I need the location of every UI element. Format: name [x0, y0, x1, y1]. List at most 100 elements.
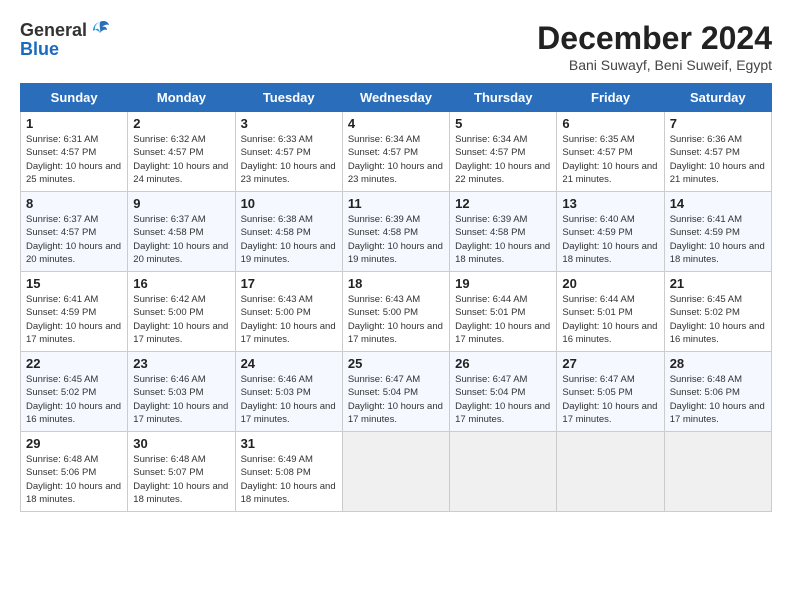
day-number: 8 — [26, 196, 122, 211]
calendar-day-cell: 17 Sunrise: 6:43 AM Sunset: 5:00 PM Dayl… — [235, 272, 342, 352]
day-detail: Sunrise: 6:41 AM Sunset: 4:59 PM Dayligh… — [26, 293, 122, 346]
calendar-day-cell: 14 Sunrise: 6:41 AM Sunset: 4:59 PM Dayl… — [664, 192, 771, 272]
day-number: 18 — [348, 276, 444, 291]
day-number: 29 — [26, 436, 122, 451]
day-number: 23 — [133, 356, 229, 371]
day-detail: Sunrise: 6:45 AM Sunset: 5:02 PM Dayligh… — [670, 293, 766, 346]
calendar-day-cell: 22 Sunrise: 6:45 AM Sunset: 5:02 PM Dayl… — [21, 352, 128, 432]
title-area: December 2024 Bani Suwayf, Beni Suweif, … — [537, 20, 772, 73]
day-number: 9 — [133, 196, 229, 211]
day-detail: Sunrise: 6:44 AM Sunset: 5:01 PM Dayligh… — [455, 293, 551, 346]
day-detail: Sunrise: 6:40 AM Sunset: 4:59 PM Dayligh… — [562, 213, 658, 266]
header: General Blue December 2024 Bani Suwayf, … — [20, 20, 772, 73]
day-number: 14 — [670, 196, 766, 211]
day-number: 28 — [670, 356, 766, 371]
calendar-day-cell: 30 Sunrise: 6:48 AM Sunset: 5:07 PM Dayl… — [128, 432, 235, 512]
day-detail: Sunrise: 6:48 AM Sunset: 5:06 PM Dayligh… — [670, 373, 766, 426]
calendar-day-cell: 2 Sunrise: 6:32 AM Sunset: 4:57 PM Dayli… — [128, 112, 235, 192]
day-detail: Sunrise: 6:39 AM Sunset: 4:58 PM Dayligh… — [348, 213, 444, 266]
calendar-day-cell: 5 Sunrise: 6:34 AM Sunset: 4:57 PM Dayli… — [450, 112, 557, 192]
day-detail: Sunrise: 6:44 AM Sunset: 5:01 PM Dayligh… — [562, 293, 658, 346]
day-detail: Sunrise: 6:41 AM Sunset: 4:59 PM Dayligh… — [670, 213, 766, 266]
day-detail: Sunrise: 6:43 AM Sunset: 5:00 PM Dayligh… — [348, 293, 444, 346]
day-number: 4 — [348, 116, 444, 131]
calendar-day-cell: 12 Sunrise: 6:39 AM Sunset: 4:58 PM Dayl… — [450, 192, 557, 272]
calendar-table: SundayMondayTuesdayWednesdayThursdayFrid… — [20, 83, 772, 512]
day-number: 21 — [670, 276, 766, 291]
day-detail: Sunrise: 6:36 AM Sunset: 4:57 PM Dayligh… — [670, 133, 766, 186]
calendar-day-cell: 21 Sunrise: 6:45 AM Sunset: 5:02 PM Dayl… — [664, 272, 771, 352]
day-number: 30 — [133, 436, 229, 451]
day-detail: Sunrise: 6:37 AM Sunset: 4:58 PM Dayligh… — [133, 213, 229, 266]
calendar-day-cell: 23 Sunrise: 6:46 AM Sunset: 5:03 PM Dayl… — [128, 352, 235, 432]
day-detail: Sunrise: 6:32 AM Sunset: 4:57 PM Dayligh… — [133, 133, 229, 186]
calendar-day-cell: 1 Sunrise: 6:31 AM Sunset: 4:57 PM Dayli… — [21, 112, 128, 192]
day-detail: Sunrise: 6:37 AM Sunset: 4:57 PM Dayligh… — [26, 213, 122, 266]
day-detail: Sunrise: 6:38 AM Sunset: 4:58 PM Dayligh… — [241, 213, 337, 266]
calendar-day-cell: 24 Sunrise: 6:46 AM Sunset: 5:03 PM Dayl… — [235, 352, 342, 432]
day-of-week-header: Tuesday — [235, 84, 342, 112]
day-number: 3 — [241, 116, 337, 131]
day-detail: Sunrise: 6:33 AM Sunset: 4:57 PM Dayligh… — [241, 133, 337, 186]
day-detail: Sunrise: 6:35 AM Sunset: 4:57 PM Dayligh… — [562, 133, 658, 186]
day-of-week-header: Thursday — [450, 84, 557, 112]
location-title: Bani Suwayf, Beni Suweif, Egypt — [537, 57, 772, 73]
logo-bird-icon — [89, 18, 111, 40]
day-number: 11 — [348, 196, 444, 211]
calendar-day-cell: 15 Sunrise: 6:41 AM Sunset: 4:59 PM Dayl… — [21, 272, 128, 352]
calendar-day-cell: 6 Sunrise: 6:35 AM Sunset: 4:57 PM Dayli… — [557, 112, 664, 192]
day-detail: Sunrise: 6:46 AM Sunset: 5:03 PM Dayligh… — [241, 373, 337, 426]
calendar-day-cell: 25 Sunrise: 6:47 AM Sunset: 5:04 PM Dayl… — [342, 352, 449, 432]
day-of-week-header: Sunday — [21, 84, 128, 112]
month-title: December 2024 — [537, 20, 772, 57]
calendar-day-cell — [450, 432, 557, 512]
day-detail: Sunrise: 6:45 AM Sunset: 5:02 PM Dayligh… — [26, 373, 122, 426]
day-detail: Sunrise: 6:47 AM Sunset: 5:04 PM Dayligh… — [455, 373, 551, 426]
calendar-day-cell: 4 Sunrise: 6:34 AM Sunset: 4:57 PM Dayli… — [342, 112, 449, 192]
calendar-day-cell: 3 Sunrise: 6:33 AM Sunset: 4:57 PM Dayli… — [235, 112, 342, 192]
day-number: 5 — [455, 116, 551, 131]
calendar-week-row: 22 Sunrise: 6:45 AM Sunset: 5:02 PM Dayl… — [21, 352, 772, 432]
day-number: 10 — [241, 196, 337, 211]
calendar-day-cell: 13 Sunrise: 6:40 AM Sunset: 4:59 PM Dayl… — [557, 192, 664, 272]
day-number: 13 — [562, 196, 658, 211]
day-detail: Sunrise: 6:42 AM Sunset: 5:00 PM Dayligh… — [133, 293, 229, 346]
day-of-week-header: Friday — [557, 84, 664, 112]
calendar-day-cell: 20 Sunrise: 6:44 AM Sunset: 5:01 PM Dayl… — [557, 272, 664, 352]
day-number: 16 — [133, 276, 229, 291]
day-detail: Sunrise: 6:46 AM Sunset: 5:03 PM Dayligh… — [133, 373, 229, 426]
day-detail: Sunrise: 6:43 AM Sunset: 5:00 PM Dayligh… — [241, 293, 337, 346]
day-number: 20 — [562, 276, 658, 291]
day-number: 22 — [26, 356, 122, 371]
day-detail: Sunrise: 6:47 AM Sunset: 5:05 PM Dayligh… — [562, 373, 658, 426]
calendar-day-cell: 16 Sunrise: 6:42 AM Sunset: 5:00 PM Dayl… — [128, 272, 235, 352]
day-detail: Sunrise: 6:48 AM Sunset: 5:07 PM Dayligh… — [133, 453, 229, 506]
calendar-header-row: SundayMondayTuesdayWednesdayThursdayFrid… — [21, 84, 772, 112]
day-number: 25 — [348, 356, 444, 371]
calendar-day-cell: 28 Sunrise: 6:48 AM Sunset: 5:06 PM Dayl… — [664, 352, 771, 432]
calendar-day-cell — [557, 432, 664, 512]
day-number: 19 — [455, 276, 551, 291]
day-number: 31 — [241, 436, 337, 451]
day-number: 26 — [455, 356, 551, 371]
calendar-day-cell: 27 Sunrise: 6:47 AM Sunset: 5:05 PM Dayl… — [557, 352, 664, 432]
calendar-day-cell — [342, 432, 449, 512]
day-number: 15 — [26, 276, 122, 291]
day-detail: Sunrise: 6:47 AM Sunset: 5:04 PM Dayligh… — [348, 373, 444, 426]
day-number: 1 — [26, 116, 122, 131]
day-detail: Sunrise: 6:34 AM Sunset: 4:57 PM Dayligh… — [455, 133, 551, 186]
day-number: 6 — [562, 116, 658, 131]
day-number: 2 — [133, 116, 229, 131]
calendar-day-cell: 7 Sunrise: 6:36 AM Sunset: 4:57 PM Dayli… — [664, 112, 771, 192]
calendar-day-cell: 18 Sunrise: 6:43 AM Sunset: 5:00 PM Dayl… — [342, 272, 449, 352]
day-number: 24 — [241, 356, 337, 371]
calendar-week-row: 15 Sunrise: 6:41 AM Sunset: 4:59 PM Dayl… — [21, 272, 772, 352]
day-number: 17 — [241, 276, 337, 291]
day-of-week-header: Monday — [128, 84, 235, 112]
day-detail: Sunrise: 6:49 AM Sunset: 5:08 PM Dayligh… — [241, 453, 337, 506]
calendar-day-cell: 29 Sunrise: 6:48 AM Sunset: 5:06 PM Dayl… — [21, 432, 128, 512]
calendar-day-cell: 31 Sunrise: 6:49 AM Sunset: 5:08 PM Dayl… — [235, 432, 342, 512]
calendar-week-row: 1 Sunrise: 6:31 AM Sunset: 4:57 PM Dayli… — [21, 112, 772, 192]
day-number: 12 — [455, 196, 551, 211]
calendar-day-cell: 8 Sunrise: 6:37 AM Sunset: 4:57 PM Dayli… — [21, 192, 128, 272]
